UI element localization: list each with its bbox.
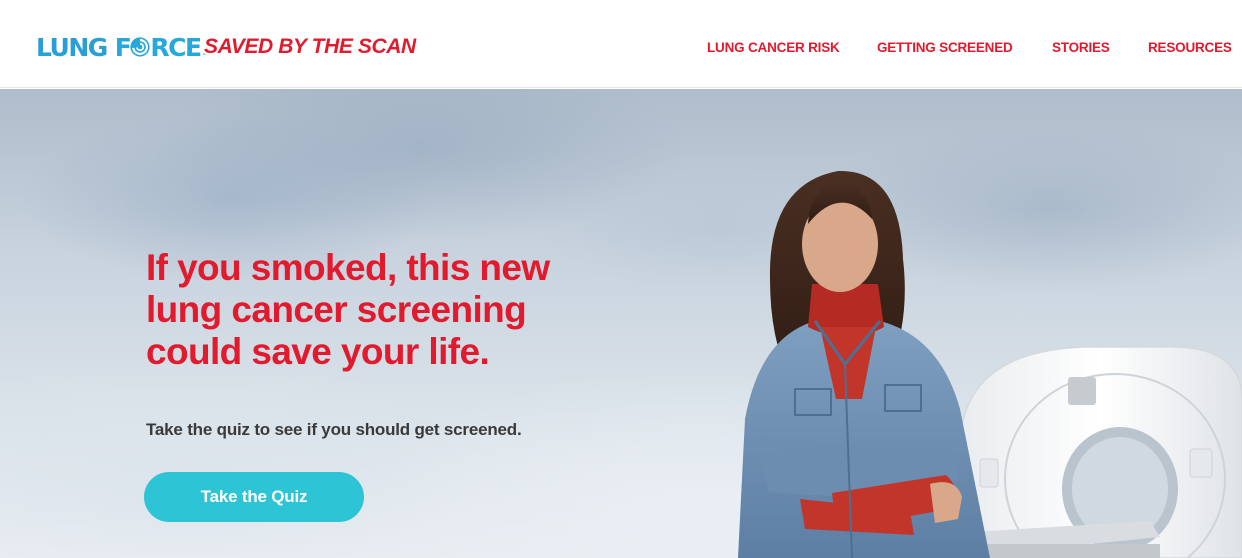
hero-headline: If you smoked, this new lung cancer scre… — [146, 247, 550, 372]
nav-item-lung-cancer-risk[interactable]: LUNG CANCER RISK — [707, 40, 840, 55]
main-nav: LUNG CANCER RISK GETTING SCREENED STORIE… — [0, 40, 1242, 60]
nav-item-stories[interactable]: STORIES — [1052, 40, 1110, 55]
ct-scanner-illustration — [940, 346, 1242, 558]
site-header: LUNG F RCE . SAVED BY THE SCAN LUNG CANC… — [0, 0, 1242, 88]
hero-banner: If you smoked, this new lung cancer scre… — [0, 89, 1242, 558]
take-the-quiz-button[interactable]: Take the Quiz — [144, 472, 364, 522]
nav-item-resources[interactable]: RESOURCES — [1148, 40, 1232, 55]
hero-subheadline: Take the quiz to see if you should get s… — [146, 420, 522, 439]
nav-item-getting-screened[interactable]: GETTING SCREENED — [877, 40, 1013, 55]
woman-portrait — [738, 170, 990, 558]
